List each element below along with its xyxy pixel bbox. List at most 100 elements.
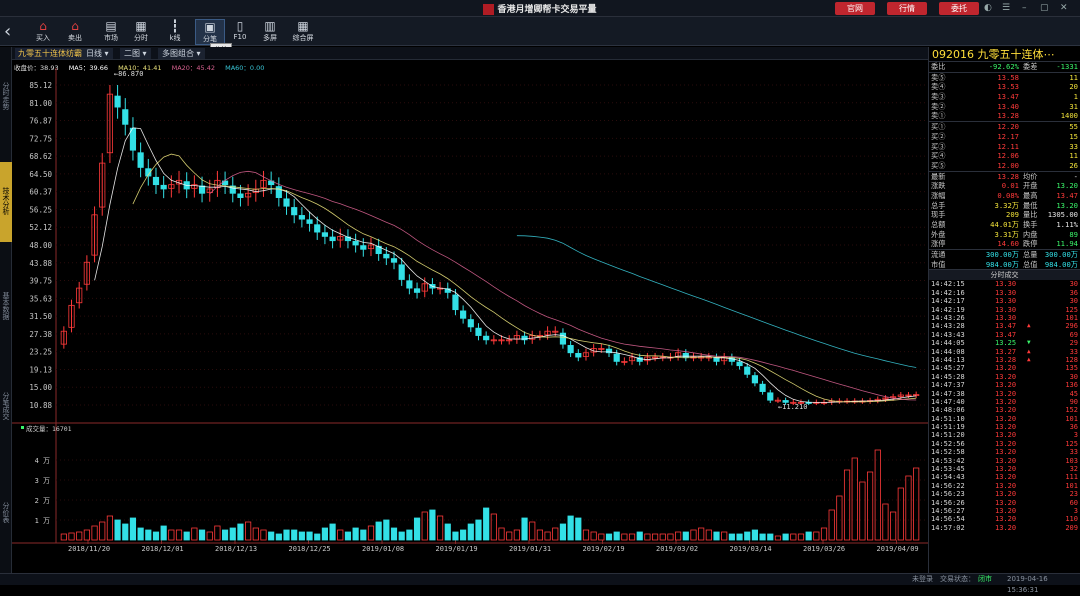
left-nav-item[interactable]: 技术分析 [0, 162, 12, 242]
ask-label: 卖① [931, 111, 946, 121]
date-tick-label: 2019/03/14 [730, 545, 772, 553]
tick-row[interactable]: 14:53:42 13.20 103 [929, 457, 1080, 465]
kline-chart[interactable]: 85.12 81.00 76.87 72.75 68.62 64.50 60.37 56.25… [12, 60, 928, 573]
volume-bar [621, 533, 628, 541]
toolbar-f10-button[interactable]: ▯ F10 [225, 19, 255, 41]
tick-row[interactable]: 14:56:27 13.20 3 [929, 507, 1080, 515]
toolbar-market-button[interactable]: ▤ 市场 [96, 19, 126, 43]
tick-volume: 32 [1069, 465, 1078, 474]
tick-row[interactable]: 14:56:22 13.20 101 [929, 482, 1080, 490]
maximize-icon[interactable]: ▢ [1040, 3, 1049, 13]
ticks-title[interactable]: 分时成交 [929, 270, 1080, 281]
stat-row: 总额 44.01万 换手 1.11% [929, 220, 1080, 230]
ask-row[interactable]: 卖① 13.28 1400 [929, 111, 1080, 121]
toolbar-label: 卖出 [68, 34, 82, 42]
left-nav-item[interactable]: 分笔成交 [0, 392, 12, 422]
tick-row[interactable]: 14:44:13 13.28 ▲ 128 [929, 356, 1080, 364]
down-arrow-icon: ▼ [1027, 339, 1031, 347]
volume-bar [490, 513, 497, 541]
tick-row[interactable]: 14:48:06 13.20 152 [929, 406, 1080, 414]
tick-volume: 101 [1065, 314, 1078, 322]
tick-row[interactable]: 14:47:40 13.20 90 [929, 398, 1080, 406]
volume-bar [168, 529, 175, 541]
tick-row[interactable]: 14:44:08 13.27 ▲ 33 [929, 348, 1080, 356]
bid-row[interactable]: 买⑤ 12.00 26 [929, 161, 1080, 171]
skin-icon[interactable]: ◐ [984, 3, 992, 13]
left-nav-item[interactable]: 分时走势 [0, 82, 12, 112]
candle-body [575, 353, 582, 358]
menu-icon[interactable]: ☰ [1002, 3, 1010, 13]
toolbar-tick-button[interactable]: ▣ 分笔 [195, 19, 225, 45]
close-icon[interactable]: ✕ [1060, 3, 1068, 13]
candle-body [160, 184, 167, 190]
bid-row[interactable]: 买④ 12.06 11 [929, 151, 1080, 161]
price-tick-label: 23.25 [29, 348, 52, 357]
ticks-list[interactable]: 14:42:15 13.30 30 14:42:16 13.30 36 14:42:17 13… [929, 280, 1080, 532]
price-tick-label: 60.37 [29, 188, 52, 197]
tick-volume: 30 [1069, 372, 1078, 381]
bid-row[interactable]: 买③ 12.11 33 [929, 142, 1080, 152]
order-button[interactable]: 委托 [939, 2, 979, 15]
tick-row[interactable]: 14:47:37 13.20 136 [929, 381, 1080, 389]
tick-row[interactable]: 14:52:58 13.20 33 [929, 448, 1080, 456]
tick-row[interactable]: 14:54:43 13.20 111 [929, 473, 1080, 481]
combo-select[interactable]: 多图组合 ▾ [158, 48, 205, 59]
toolbar-multiscreen-button[interactable]: ▥ 多屏 [255, 19, 285, 43]
toolbar-buy-button[interactable]: ⌂ 买入 [28, 19, 58, 43]
tick-row[interactable]: 14:51:10 13.20 101 [929, 415, 1080, 423]
toolbar-kline-button[interactable]: ┇ k线 [160, 19, 190, 43]
tick-row[interactable]: 14:45:28 13.20 30 [929, 373, 1080, 381]
toolbar-dashboard-button[interactable]: ▦ 综合屏 [288, 19, 318, 43]
chart-tabs: 九零五十连体纺霸 日线 ▾ 二图 ▾ 多图组合 ▾ [12, 47, 928, 60]
tick-row[interactable]: 14:47:38 13.20 45 [929, 390, 1080, 398]
tick-row[interactable]: 14:42:16 13.30 36 [929, 289, 1080, 297]
minimize-icon[interactable]: – [1022, 3, 1027, 13]
date-tick-label: 2019/01/08 [362, 545, 404, 553]
tick-row[interactable]: 14:56:26 13.20 60 [929, 499, 1080, 507]
tick-row[interactable]: 14:56:23 13.20 23 [929, 490, 1080, 498]
tick-row[interactable]: 14:44:05 13.25 ▼ 29 [929, 339, 1080, 347]
ask-row[interactable]: 卖④ 13.53 20 [929, 82, 1080, 92]
ask-row[interactable]: 卖③ 13.47 1 [929, 92, 1080, 102]
left-nav-item[interactable]: 基本数据 [0, 292, 12, 322]
price-tick-label: 10.88 [29, 401, 52, 410]
tick-row[interactable]: 14:51:20 13.20 3 [929, 431, 1080, 439]
tick-row[interactable]: 14:42:19 13.30 125 [929, 306, 1080, 314]
toolbar-label: 买入 [36, 34, 50, 42]
tick-row[interactable]: 14:57:02 13.20 209 [929, 524, 1080, 532]
bid-row[interactable]: 买② 12.17 15 [929, 132, 1080, 142]
tick-row[interactable]: 14:53:45 13.20 32 [929, 465, 1080, 473]
tick-row[interactable]: 14:42:17 13.30 30 [929, 297, 1080, 305]
price-tick-label: 19.13 [29, 365, 52, 374]
tick-time: 14:42:16 [931, 288, 965, 297]
tick-row[interactable]: 14:51:19 13.20 36 [929, 423, 1080, 431]
tick-row[interactable]: 14:42:15 13.30 30 [929, 280, 1080, 288]
period-select[interactable]: 日线 ▾ [82, 48, 113, 59]
stat-row: 涨跌 0.01 开盘 13.20 [929, 181, 1080, 191]
toolbar-sell-button[interactable]: ⌂ 卖出 [60, 19, 90, 43]
tick-row[interactable]: 14:56:54 13.20 110 [929, 515, 1080, 523]
candle-body [383, 253, 390, 259]
back-arrow-icon[interactable]: ‹ [4, 21, 11, 42]
tick-row[interactable]: 14:43:28 13.47 ▲ 296 [929, 322, 1080, 330]
tick-row[interactable]: 14:45:27 13.20 135 [929, 364, 1080, 372]
bid-row[interactable]: 买① 12.20 55 [929, 122, 1080, 132]
tick-row[interactable]: 14:52:56 13.20 125 [929, 440, 1080, 448]
ask-volume: 1 [1073, 92, 1078, 102]
left-nav-item[interactable]: 分价表 [0, 502, 12, 525]
tick-price: 13.30 [995, 314, 1017, 322]
ask-row[interactable]: 卖② 13.40 31 [929, 102, 1080, 112]
volume-bar [782, 533, 789, 541]
official-site-button[interactable]: 官网 [835, 2, 875, 15]
bid-volume: 33 [1069, 141, 1078, 151]
candle-body [314, 224, 321, 233]
quotes-button[interactable]: 行情 [887, 2, 927, 15]
toolbar-label: 分笔 [203, 35, 217, 43]
tick-price: 13.47 [995, 322, 1017, 331]
stock-name-tab[interactable]: 九零五十连体纺霸 [15, 48, 85, 59]
toolbar-timeshare-button[interactable]: ▦ 分时 [126, 19, 156, 43]
tick-row[interactable]: 14:43:43 13.47 69 [929, 331, 1080, 339]
ask-row[interactable]: 卖⑤ 13.58 11 [929, 73, 1080, 83]
tick-row[interactable]: 14:43:26 13.30 101 [929, 314, 1080, 322]
layout-select[interactable]: 二图 ▾ [120, 48, 151, 59]
